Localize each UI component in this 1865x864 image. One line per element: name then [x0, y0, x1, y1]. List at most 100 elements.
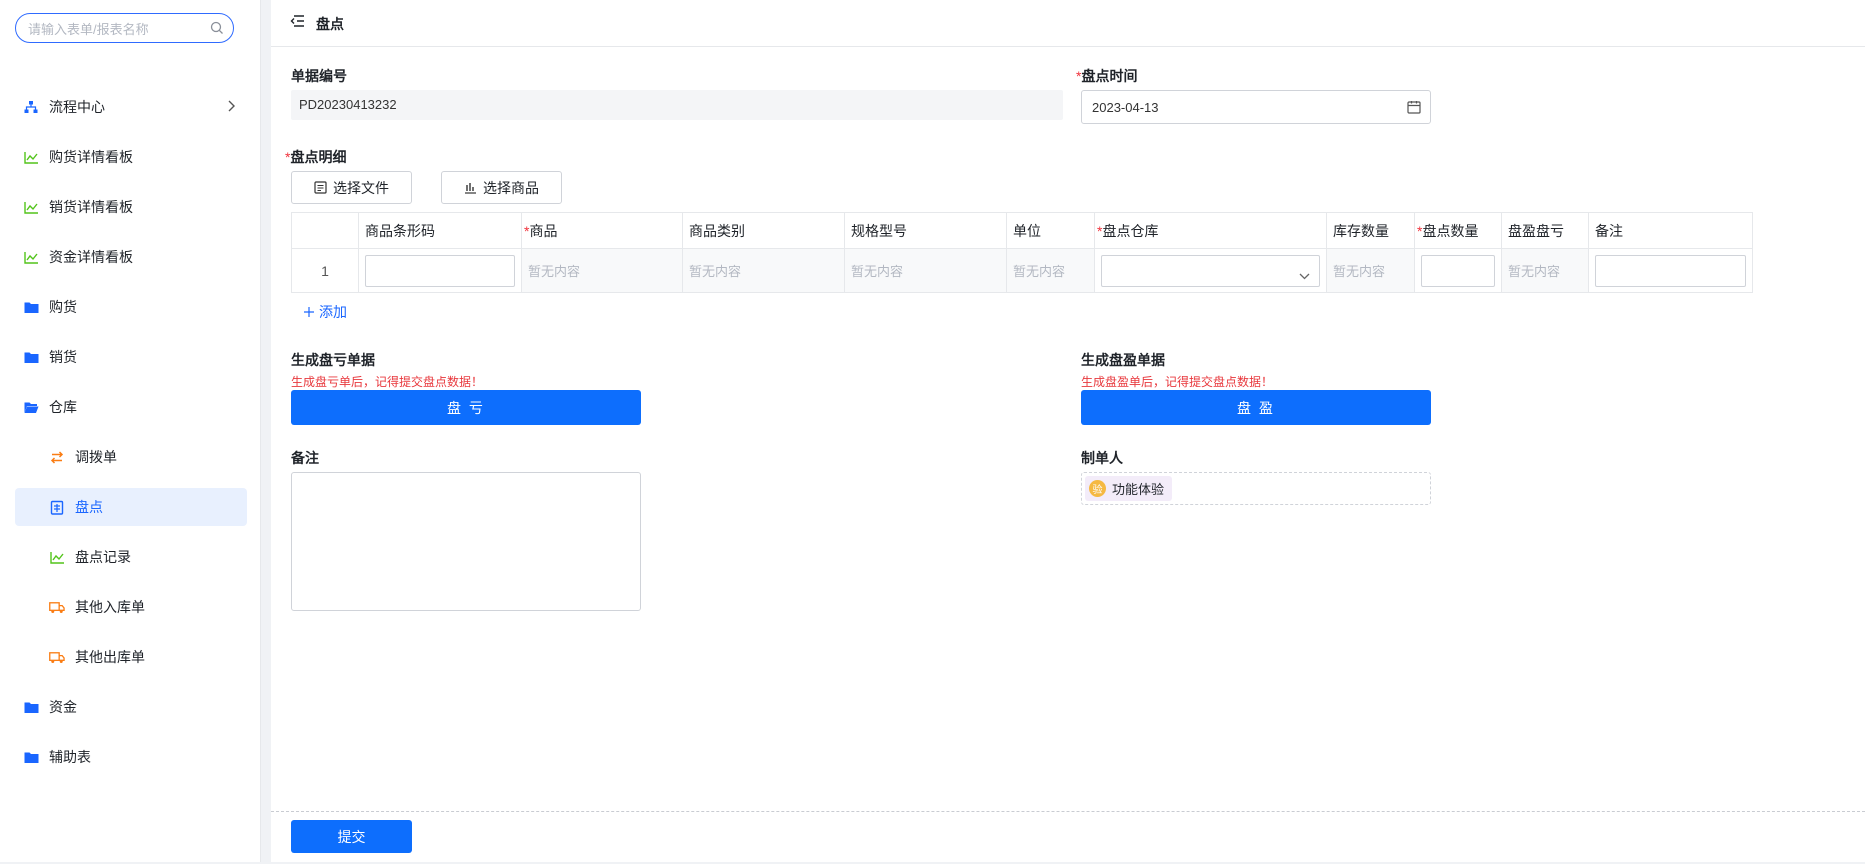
loss-button[interactable]: 盘 亏: [291, 390, 641, 425]
sidebar: 流程中心 购货详情看板 销货详情看板 资金详情看板 购货 销货: [0, 0, 261, 862]
gain-doc-label: 生成盘盈单据: [1081, 352, 1165, 368]
maker-name: 功能体验: [1112, 482, 1165, 497]
loss-doc-label: 生成盘亏单据: [291, 352, 375, 368]
line-chart-icon: [49, 549, 65, 565]
sidebar-item-warehouse[interactable]: 仓库: [15, 388, 247, 426]
table-header: 规格型号: [844, 212, 1007, 249]
empty-placeholder: 暂无内容: [1333, 264, 1386, 279]
maker-tag: 验 功能体验: [1085, 476, 1173, 501]
stocktake-date-value: 2023-04-13: [1092, 100, 1159, 115]
folder-icon: [23, 349, 39, 365]
detail-table: 商品条形码 *商品 商品类别 规格型号 单位 *盘点仓库 库存数量 *盘点数量 …: [291, 212, 1753, 293]
sidebar-item-process-center[interactable]: 流程中心: [15, 88, 247, 126]
empty-placeholder: 暂无内容: [1013, 264, 1066, 279]
sidebar-item-sales[interactable]: 销货: [15, 338, 247, 376]
table-header: 单位: [1006, 212, 1095, 249]
table-header: 商品类别: [682, 212, 845, 249]
bar-chart-icon: [464, 181, 477, 194]
detail-label: *盘点明细: [285, 149, 347, 165]
remark-cell-input[interactable]: [1595, 254, 1746, 287]
sidebar-item-label: 调拨单: [75, 449, 117, 465]
gain-button[interactable]: 盘 盈: [1081, 390, 1431, 425]
clipboard-icon: [49, 499, 65, 515]
sidebar-item-sales-dashboard[interactable]: 销货详情看板: [15, 188, 247, 226]
table-header-index: [291, 212, 359, 249]
empty-placeholder: 暂无内容: [1508, 264, 1561, 279]
sidebar-item-label: 其他出库单: [75, 649, 145, 665]
folder-open-icon: [23, 399, 39, 415]
chevron-down-icon: [1299, 267, 1310, 283]
doc-no-field: PD20230413232: [291, 90, 1063, 120]
calendar-icon[interactable]: [1407, 100, 1421, 117]
table-header: 备注: [1588, 212, 1753, 249]
doc-no-label: 单据编号: [291, 68, 347, 84]
table-header: 盘盈盘亏: [1501, 212, 1589, 249]
select-file-button[interactable]: 选择文件: [291, 171, 412, 204]
top-bar: 盘点: [271, 0, 1865, 47]
warehouse-select[interactable]: [1101, 254, 1320, 287]
loss-tip: 生成盘亏单后，记得提交盘点数据！: [291, 375, 484, 389]
table-header: *商品: [521, 212, 683, 249]
sidebar-item-label: 流程中心: [49, 99, 105, 115]
remark-textarea[interactable]: [291, 472, 641, 611]
avatar: 验: [1089, 480, 1106, 497]
table-header: *盘点数量: [1414, 212, 1502, 249]
sidebar-item-label: 其他入库单: [75, 599, 145, 615]
sidebar-item-label: 销货详情看板: [49, 199, 133, 215]
sidebar-item-stocktake-records[interactable]: 盘点记录: [15, 538, 247, 576]
add-row-button[interactable]: 添加: [304, 302, 347, 322]
search-icon[interactable]: [210, 21, 224, 38]
plus-icon: [304, 307, 314, 317]
stocktake-time-label: *盘点时间: [1076, 68, 1138, 84]
line-chart-icon: [23, 249, 39, 265]
sidebar-item-label: 资金详情看板: [49, 249, 133, 265]
main-panel: 盘点 单据编号 PD20230413232 *盘点时间 2023-04-13 *…: [271, 0, 1865, 862]
sidebar-item-label: 资金: [49, 699, 77, 715]
row-index: 1: [291, 248, 359, 293]
sidebar-item-label: 购货详情看板: [49, 149, 133, 165]
sidebar-item-purchase-dashboard[interactable]: 购货详情看板: [15, 138, 247, 176]
empty-placeholder: 暂无内容: [528, 264, 581, 279]
line-chart-icon: [23, 149, 39, 165]
sidebar-item-other-inbound[interactable]: 其他入库单: [15, 588, 247, 626]
collapse-menu-icon[interactable]: [290, 14, 305, 31]
org-chart-icon: [23, 99, 39, 115]
sidebar-item-other-outbound[interactable]: 其他出库单: [15, 638, 247, 676]
sidebar-item-auxiliary[interactable]: 辅助表: [15, 738, 247, 776]
chevron-right-icon: [227, 100, 235, 115]
table-row: 1 暂无内容 暂无内容 暂无内容 暂无内容 暂无内容 暂无内容: [291, 248, 1753, 293]
sidebar-item-purchase[interactable]: 购货: [15, 288, 247, 326]
barcode-input[interactable]: [365, 254, 515, 287]
line-chart-icon: [23, 199, 39, 215]
sidebar-item-label: 辅助表: [49, 749, 91, 765]
gain-tip: 生成盘盈单后，记得提交盘点数据！: [1081, 375, 1274, 389]
folder-icon: [23, 749, 39, 765]
stocktake-date-picker[interactable]: 2023-04-13: [1081, 90, 1431, 124]
maker-label: 制单人: [1081, 450, 1123, 466]
table-header: *盘点仓库: [1094, 212, 1327, 249]
sidebar-item-funds[interactable]: 资金: [15, 688, 247, 726]
sidebar-item-stocktake[interactable]: 盘点: [15, 488, 247, 526]
transfer-icon: [49, 449, 65, 465]
select-goods-button[interactable]: 选择商品: [441, 171, 562, 204]
folder-icon: [23, 699, 39, 715]
stocktake-qty-input[interactable]: [1421, 254, 1495, 287]
empty-placeholder: 暂无内容: [689, 264, 742, 279]
page-title: 盘点: [316, 16, 344, 32]
table-header: 商品条形码: [358, 212, 522, 249]
table-header: 库存数量: [1326, 212, 1415, 249]
sidebar-item-transfer[interactable]: 调拨单: [15, 438, 247, 476]
sidebar-item-label: 仓库: [49, 399, 77, 415]
sidebar-item-label: 盘点: [75, 499, 103, 515]
sidebar-item-funds-dashboard[interactable]: 资金详情看板: [15, 238, 247, 276]
maker-field: 验 功能体验: [1081, 472, 1431, 505]
sidebar-item-label: 购货: [49, 299, 77, 315]
truck-icon: [49, 649, 65, 665]
search-input[interactable]: [26, 19, 210, 39]
search-box[interactable]: [15, 13, 234, 43]
doc-no-value: PD20230413232: [299, 97, 397, 112]
truck-icon: [49, 599, 65, 615]
folder-icon: [23, 299, 39, 315]
submit-button[interactable]: 提交: [291, 820, 412, 853]
remark-label: 备注: [291, 450, 319, 466]
